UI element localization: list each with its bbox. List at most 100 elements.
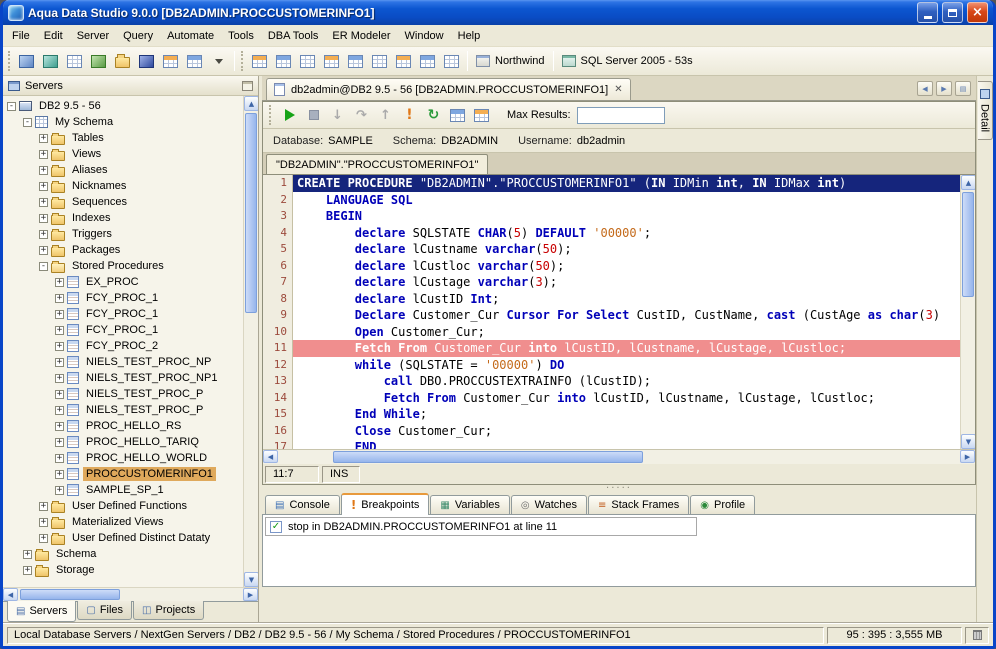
query-scheduler-button[interactable]	[440, 50, 463, 72]
tab-stack-frames[interactable]: ≡Stack Frames	[588, 495, 689, 514]
tree-expander-icon[interactable]: -	[7, 102, 16, 111]
tree-expander-icon[interactable]: +	[55, 390, 64, 399]
tree-item[interactable]: +Schema	[3, 546, 243, 562]
code-editor[interactable]: 1CREATE PROCEDURE "DB2ADMIN"."PROCCUSTOM…	[263, 175, 960, 449]
sidebar-tab-files[interactable]: ▢Files	[77, 601, 132, 620]
scroll-right-icon[interactable]: ▶	[960, 450, 975, 463]
tree-item[interactable]: +SAMPLE_SP_1	[3, 482, 243, 498]
execute-button[interactable]: ↻	[422, 104, 445, 126]
editor-hscroll-thumb[interactable]	[333, 451, 643, 463]
tree-item[interactable]: +NIELS_TEST_PROC_NP1	[3, 370, 243, 386]
table-data-editor-button[interactable]	[296, 50, 319, 72]
tree-hscroll-track[interactable]	[18, 588, 243, 601]
tree-expander-icon[interactable]: +	[55, 422, 64, 431]
tree-expander-icon[interactable]: +	[39, 534, 48, 543]
tree-expander-icon[interactable]: +	[55, 470, 64, 479]
query-analyzer-button[interactable]	[248, 50, 271, 72]
tree-item[interactable]: +EX_PROC	[3, 274, 243, 290]
er-diagram-button[interactable]	[344, 50, 367, 72]
schema-compare-button[interactable]	[368, 50, 391, 72]
tree-item[interactable]: +NIELS_TEST_PROC_P	[3, 386, 243, 402]
tree-expander-icon[interactable]: +	[55, 342, 64, 351]
new-query-analyzer-button[interactable]	[87, 50, 110, 72]
save-file-button[interactable]	[135, 50, 158, 72]
document-tab[interactable]: db2admin@DB2 9.5 - 56 [DB2ADMIN.PROCCUST…	[266, 78, 631, 100]
tree-item[interactable]: +PROC_HELLO_RS	[3, 418, 243, 434]
breakpoint-checkbox[interactable]: ✓	[270, 521, 282, 533]
tree-expander-icon[interactable]: +	[39, 166, 48, 175]
tab-profile[interactable]: ◉Profile	[690, 495, 755, 514]
tree-expander-icon[interactable]: +	[39, 182, 48, 191]
tree-expander-icon[interactable]: +	[55, 438, 64, 447]
results-grid-button[interactable]	[446, 104, 469, 126]
menu-item-er-modeler[interactable]: ER Modeler	[325, 27, 397, 45]
editor-horizontal-scrollbar[interactable]: ◀ ▶	[263, 449, 975, 464]
tree-expander-icon[interactable]: +	[55, 278, 64, 287]
maximize-button[interactable]	[942, 2, 963, 23]
scroll-up-icon[interactable]: ▲	[961, 175, 975, 190]
tree-item[interactable]: +User Defined Distinct Dataty	[3, 530, 243, 546]
tree-expander-icon[interactable]: +	[23, 566, 32, 575]
tree-expander-icon[interactable]: +	[55, 406, 64, 415]
open-file-button[interactable]	[111, 50, 134, 72]
menu-item-edit[interactable]: Edit	[37, 27, 70, 45]
server-registration-button[interactable]	[39, 50, 62, 72]
results-grid-button[interactable]	[320, 50, 343, 72]
menu-item-automate[interactable]: Automate	[160, 27, 221, 45]
scroll-right-icon[interactable]: ▶	[243, 588, 258, 601]
editor-scroll-thumb[interactable]	[962, 192, 974, 297]
import-tool-button[interactable]	[159, 50, 182, 72]
tree-item[interactable]: +FCY_PROC_1	[3, 290, 243, 306]
tree-item[interactable]: -DB2 9.5 - 56	[3, 98, 243, 114]
menu-item-query[interactable]: Query	[116, 27, 160, 45]
tab-variables[interactable]: ▦Variables	[430, 495, 510, 514]
tree-expander-icon[interactable]: +	[39, 198, 48, 207]
tree-item[interactable]: +Storage	[3, 562, 243, 578]
editor-hscroll-track[interactable]	[278, 450, 960, 464]
tree-item[interactable]: +FCY_PROC_2	[3, 338, 243, 354]
tree-item[interactable]: +PROC_HELLO_WORLD	[3, 450, 243, 466]
tree-expander-icon[interactable]: +	[39, 214, 48, 223]
tab-list-icon[interactable]: ▤	[955, 81, 971, 96]
connection-indicator[interactable]: Northwind	[472, 55, 549, 67]
tree-item[interactable]: +PROC_HELLO_TARIQ	[3, 434, 243, 450]
tree-expander-icon[interactable]: +	[39, 150, 48, 159]
menu-item-file[interactable]: File	[5, 27, 37, 45]
tree-item[interactable]: +Sequences	[3, 194, 243, 210]
run-button[interactable]	[278, 104, 301, 126]
tree-expander-icon[interactable]: +	[55, 454, 64, 463]
tree-item[interactable]: -My Schema	[3, 114, 243, 130]
minimize-button[interactable]	[917, 2, 938, 23]
tree-expander-icon[interactable]: +	[55, 358, 64, 367]
server-indicator[interactable]: SQL Server 2005 - 53s	[558, 55, 697, 67]
tree-expander-icon[interactable]: +	[39, 246, 48, 255]
sidebar-tab-projects[interactable]: ◫Projects	[133, 601, 204, 620]
tree-expander-icon[interactable]: +	[55, 294, 64, 303]
tree-item[interactable]: +User Defined Functions	[3, 498, 243, 514]
export-tool-button[interactable]	[183, 50, 206, 72]
tree-item[interactable]: +FCY_PROC_1	[3, 306, 243, 322]
menu-item-help[interactable]: Help	[451, 27, 488, 45]
scroll-up-icon[interactable]: ▲	[244, 96, 258, 111]
tree-item[interactable]: +Tables	[3, 130, 243, 146]
scroll-down-icon[interactable]: ▼	[961, 434, 975, 449]
tree-item[interactable]: +FCY_PROC_1	[3, 322, 243, 338]
tree-item[interactable]: +Views	[3, 146, 243, 162]
menu-item-server[interactable]: Server	[70, 27, 116, 45]
tree-scroll-thumb[interactable]	[245, 113, 257, 313]
scroll-left-icon[interactable]: ◀	[3, 588, 18, 601]
menu-item-dba-tools[interactable]: DBA Tools	[261, 27, 326, 45]
register-server-button[interactable]	[15, 50, 38, 72]
tree-expander-icon[interactable]: +	[39, 518, 48, 527]
tree-item[interactable]: +PROCCUSTOMERINFO1	[3, 466, 243, 482]
tree-expander-icon[interactable]: +	[39, 134, 48, 143]
tree-item[interactable]: +Triggers	[3, 226, 243, 242]
scroll-down-icon[interactable]: ▼	[244, 572, 258, 587]
tree-item[interactable]: +Nicknames	[3, 178, 243, 194]
close-button[interactable]: ×	[967, 2, 988, 23]
step-return-button[interactable]: ↑	[374, 104, 397, 126]
editor-vertical-scrollbar[interactable]: ▲ ▼	[960, 175, 975, 449]
tools-dropdown-button[interactable]	[207, 50, 230, 72]
tree-horizontal-scrollbar[interactable]: ◀ ▶	[3, 587, 258, 601]
tree-item[interactable]: +NIELS_TEST_PROC_P	[3, 402, 243, 418]
